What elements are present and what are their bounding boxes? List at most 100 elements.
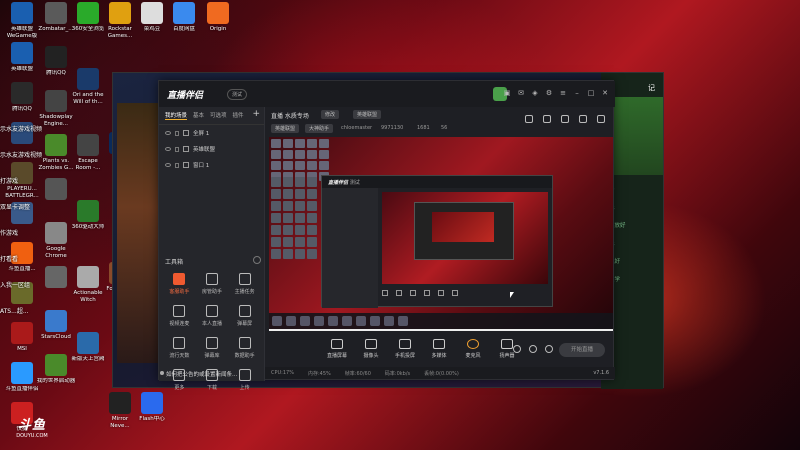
source-control[interactable]: 麦克风 xyxy=(459,333,487,367)
desktop-shortcut[interactable]: Origin xyxy=(196,2,240,33)
settings-icon[interactable]: ⚙ xyxy=(545,89,553,97)
scene-tab[interactable]: 插件 xyxy=(233,111,244,120)
toolbox-item[interactable]: 房管助手 xyxy=(196,273,229,295)
desktop-shortcut-label: Origin xyxy=(209,26,227,32)
preview-taskbar-icon xyxy=(314,316,324,326)
watermark-brand: 斗鱼 xyxy=(17,418,46,433)
stream-preview[interactable]: 直播伴侣 测试 xyxy=(269,137,613,329)
source-control[interactable]: 多媒体 xyxy=(425,333,453,367)
desktop-shortcut-label: 斗鱼直播伴侣 xyxy=(5,386,39,392)
lock-icon[interactable] xyxy=(175,130,179,136)
witch-icon xyxy=(77,266,99,288)
flash-icon xyxy=(141,392,163,414)
desktop-overlay-text: 双显卡调整 xyxy=(0,204,31,211)
timer-icon[interactable] xyxy=(529,345,537,353)
friend-entry[interactable]: 大学 xyxy=(609,271,659,289)
admin-icon xyxy=(205,273,218,285)
desktop-shortcut[interactable]: Flash中心 xyxy=(130,392,174,423)
desktop-shortcut-label: MSI xyxy=(17,346,27,352)
skin-icon[interactable]: ◈ xyxy=(531,89,539,97)
toolbox-expand-icon[interactable] xyxy=(253,256,261,264)
start-live-button[interactable]: 开始直播 xyxy=(559,343,605,357)
preview-mini-icon xyxy=(307,139,317,148)
scene-tab[interactable]: 可选项 xyxy=(210,111,227,120)
share-icon[interactable] xyxy=(525,115,533,123)
pvz-icon xyxy=(45,134,67,156)
message-icon[interactable]: ✉ xyxy=(517,89,525,97)
toolbox-item[interactable]: 数据助手 xyxy=(228,337,261,359)
lock-icon[interactable] xyxy=(175,162,179,168)
link-icon[interactable] xyxy=(597,115,605,123)
toolbox-item[interactable]: 流行天数 xyxy=(163,337,196,359)
eye-icon[interactable] xyxy=(165,163,171,167)
add-scene-icon[interactable]: + xyxy=(252,109,260,119)
gear-icon[interactable] xyxy=(545,345,553,353)
toolbox-item[interactable]: 本人直播 xyxy=(196,305,229,327)
category-chip[interactable]: 英雄联盟 xyxy=(353,110,382,119)
dropped-frames: 丢帧:0(0.00%) xyxy=(424,371,459,377)
desktop-shortcut[interactable]: Ori and the Will of th... xyxy=(66,68,110,106)
scene-item[interactable]: 全屏 1 xyxy=(159,125,264,141)
preview-mini-icon xyxy=(283,249,293,259)
preview-taskbar-icon xyxy=(286,316,296,326)
toolbox-item[interactable]: 客服助手 xyxy=(163,273,196,295)
record-icon[interactable]: ▣ xyxy=(503,89,511,97)
friend-entry[interactable]: 不放好 xyxy=(609,217,659,235)
desktop-shortcut-label: Ori and the xyxy=(72,92,104,98)
preview-mini-icon xyxy=(271,237,281,247)
scene-label: 英雄联盟 xyxy=(193,147,216,153)
preview-mini-icon xyxy=(295,161,305,170)
app-icon xyxy=(141,2,163,24)
hot-count: 56 xyxy=(441,125,448,131)
copy-icon[interactable] xyxy=(561,115,569,123)
maximize-icon[interactable]: □ xyxy=(587,89,595,97)
toolbox-item[interactable]: 视频连麦 xyxy=(163,305,196,327)
friend-entry[interactable]: 会 xyxy=(609,181,659,199)
preview-mini-icon xyxy=(283,189,293,199)
layout-icon[interactable] xyxy=(543,115,551,123)
toolbox-item[interactable]: 弹幕屏 xyxy=(228,305,261,327)
toolbox-title: 工具箱 xyxy=(165,259,184,266)
scene-tab[interactable]: 我的场景 xyxy=(165,111,188,120)
eye-icon[interactable] xyxy=(165,147,171,151)
ori-icon xyxy=(77,68,99,90)
scene-item[interactable]: 窗口 1 xyxy=(159,157,264,173)
toolbox-item[interactable]: 主播任务 xyxy=(228,273,261,295)
desktop-shortcut[interactable] xyxy=(34,178,78,202)
source-control[interactable]: 直播屏幕 xyxy=(323,333,351,367)
desktop-shortcut[interactable]: 360驱动大师 xyxy=(66,200,110,231)
eye-icon[interactable] xyxy=(165,131,171,135)
cpu-usage: CPU:17% xyxy=(271,370,294,376)
desktop-shortcut[interactable]: 新版天上宫阙 xyxy=(66,332,110,363)
preview-mini-icon xyxy=(307,177,317,187)
notice-text[interactable]: 如何把公告的或设置新闻条... xyxy=(166,370,237,378)
friend-entry[interactable]: 记好 xyxy=(609,253,659,271)
preview-mini-icon xyxy=(283,177,293,187)
desktop-shortcut-label: Chrome xyxy=(45,253,67,259)
video-link-icon xyxy=(173,305,186,317)
desktop-shortcut-label: 新版天上宫阙 xyxy=(71,356,105,362)
friend-entry[interactable]: 元 xyxy=(609,235,659,253)
rockstar-icon xyxy=(109,2,131,24)
bell-icon[interactable] xyxy=(579,115,587,123)
version-chip[interactable]: 测试 xyxy=(227,89,248,100)
notice-icon xyxy=(160,371,164,375)
edit-title-chip[interactable]: 修改 xyxy=(321,110,340,119)
preview-mini-icon xyxy=(307,201,317,211)
toolbox-item[interactable]: 弹幕库 xyxy=(196,337,229,359)
lock-icon[interactable] xyxy=(175,146,179,152)
scene-tab[interactable]: 基本 xyxy=(193,111,204,120)
close-icon[interactable]: ✕ xyxy=(601,89,609,97)
source-control[interactable]: 摄像头 xyxy=(357,333,385,367)
status-bar: CPU:17% 内存:45% 帧率:60/60 码率:0kb/s 丢帧:0(0.… xyxy=(265,367,615,379)
camera-small-icon[interactable] xyxy=(513,345,521,353)
scene-item[interactable]: 英雄联盟 xyxy=(159,141,264,157)
helper-chip[interactable]: 大神助手 xyxy=(305,124,334,133)
game-chip[interactable]: 英雄联盟 xyxy=(271,124,300,133)
friend-entry[interactable]: 元 xyxy=(609,199,659,217)
danmaku-icon xyxy=(238,305,251,317)
source-control[interactable]: 手机投屏 xyxy=(391,333,419,367)
origin-icon xyxy=(207,2,229,24)
minimize-icon[interactable]: – xyxy=(573,89,581,97)
menu-icon[interactable]: ≡ xyxy=(559,89,567,97)
